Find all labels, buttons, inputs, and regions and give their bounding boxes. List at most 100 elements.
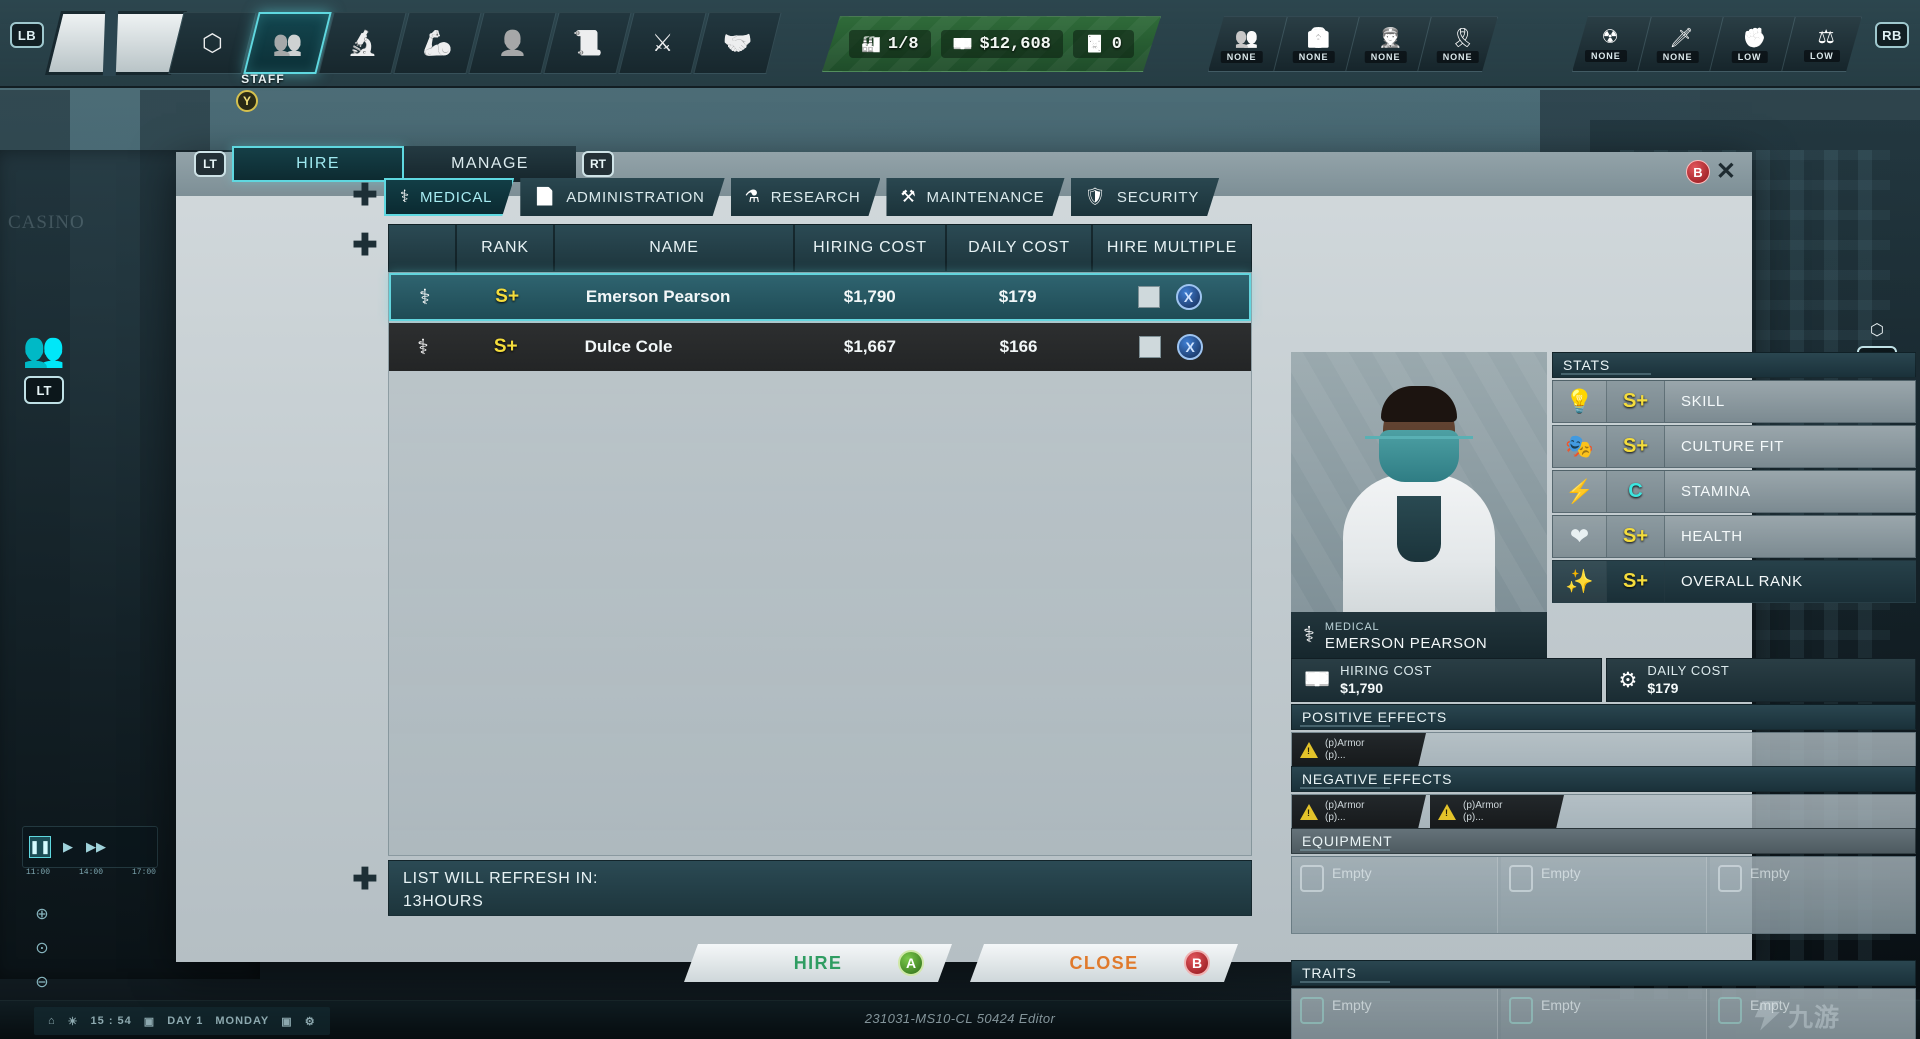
tab-research-label: RESEARCH: [770, 188, 861, 206]
zoom-in-icon[interactable]: ⊕: [28, 900, 56, 928]
masks-icon: 🎭: [1553, 426, 1607, 467]
staff-pod[interactable]: 👔 NONE: [1274, 17, 1359, 71]
resource-strip: 🏭 1/8 💵 $12,608 🃏 0: [822, 16, 1161, 72]
lt-keycap[interactable]: LT: [194, 151, 226, 177]
coin-gear-icon: ⚙: [1618, 668, 1638, 692]
visitors-level: NONE: [1221, 51, 1263, 63]
nav-item-relations[interactable]: 🤝: [693, 12, 782, 74]
dialog-close-control[interactable]: B ✕: [1685, 160, 1736, 184]
time-controls[interactable]: ❚❚ ▶ ▶▶: [22, 826, 158, 868]
list-item[interactable]: (p)Armor (p)...: [1292, 733, 1426, 767]
nav-item-guests[interactable]: 👤: [468, 12, 557, 74]
row-daily-cost-cell: $166: [999, 337, 1038, 356]
row-hiring-cost-cell: $1,790: [843, 287, 896, 306]
tab-research[interactable]: ⚗ RESEARCH: [731, 178, 881, 216]
stat-row-health: ❤ S+ HEALTH: [1552, 515, 1916, 558]
stat-row-culture-fit: 🎭 S+ CULTURE FIT: [1552, 425, 1916, 468]
relations-icon: 🤝: [722, 29, 753, 57]
table-row[interactable]: ⚕ S+ Dulce Cole $1,667 $166 X: [389, 323, 1251, 371]
nav-item-contracts[interactable]: 📜: [543, 12, 632, 74]
warning-icon: [1300, 804, 1318, 820]
tab-maintenance[interactable]: ⚒ MAINTENANCE: [886, 178, 1064, 216]
hire-badge-a: A: [898, 950, 924, 976]
add-tab-bottom-icon[interactable]: ✚: [352, 865, 378, 895]
build-icon: ⬡: [202, 29, 223, 57]
legal-scales-icon: ⚖: [1818, 27, 1836, 48]
equipment-slot-label: Empty: [1541, 865, 1581, 881]
zoom-controls[interactable]: ⊕ ⊙ ⊖: [28, 900, 64, 1002]
portrait-hair: [1381, 386, 1457, 422]
effect-line-2: (p)...: [1463, 812, 1484, 823]
tab-medical[interactable]: ⚕ MEDICAL: [384, 178, 514, 216]
flask-icon: ⚗: [744, 187, 761, 206]
staff-category-tabs[interactable]: ⚕ MEDICAL 📄 ADMINISTRATION ⚗ RESEARCH ⚒ …: [384, 178, 1219, 216]
list-item[interactable]: (p)Armor (p)...: [1292, 795, 1426, 829]
row-name-cell: Emerson Pearson: [585, 287, 731, 306]
rb-bumper-button[interactable]: RB: [1875, 22, 1909, 48]
nav-item-build[interactable]: ⬡: [168, 12, 257, 74]
row-role-icon-cell: ⚕: [391, 275, 459, 319]
capacity-value: 1/8: [887, 34, 919, 54]
equipment-slot[interactable]: Empty: [1710, 857, 1915, 933]
left-category-hud[interactable]: 👥 LT: [12, 330, 76, 404]
lt-trigger-key[interactable]: LT: [24, 376, 64, 404]
tab-security[interactable]: 🛡 SECURITY: [1071, 178, 1220, 216]
fast-forward-icon[interactable]: ▶▶: [85, 836, 107, 858]
trait-slot[interactable]: Empty: [1292, 989, 1498, 1039]
crime-pod[interactable]: 🗡 NONE: [1638, 17, 1723, 71]
equipment-slot-grid: Empty Empty Empty: [1291, 856, 1916, 934]
main-nav-strip[interactable]: ⬡ 👥 🔬 🦾 👤 📜 ⚔ 🤝: [168, 12, 782, 74]
shield-icon: 🛡: [1084, 187, 1107, 206]
close-icon[interactable]: ✕: [1716, 160, 1736, 184]
tab-maintenance-label: MAINTENANCE: [926, 188, 1045, 206]
trait-slot[interactable]: Empty: [1501, 989, 1707, 1039]
hire-button-label: HIRE: [793, 952, 843, 973]
protest-pod[interactable]: ✊ LOW: [1710, 17, 1795, 71]
microscope-icon: 🔬: [347, 29, 378, 57]
tools-icon: ⚒: [900, 187, 917, 206]
nav-active-label: STAFF: [241, 72, 285, 86]
equipment-slot[interactable]: Empty: [1501, 857, 1707, 933]
zoom-reset-icon[interactable]: ⊙: [28, 934, 56, 962]
security-pod[interactable]: 👮 NONE: [1346, 17, 1431, 71]
tab-hire[interactable]: HIRE: [232, 146, 404, 182]
nav-item-machines[interactable]: 🦾: [393, 12, 482, 74]
nav-item-research[interactable]: 🔬: [318, 12, 407, 74]
zoom-out-icon[interactable]: ⊖: [28, 968, 56, 996]
hire-multiple-checkbox[interactable]: [1137, 286, 1160, 308]
list-item[interactable]: (p)Armor (p)...: [1430, 795, 1564, 829]
play-icon[interactable]: ▶: [57, 836, 79, 858]
nav-hint-key: Y: [236, 90, 258, 112]
trait-slot[interactable]: Empty: [1710, 989, 1915, 1039]
guest-icon: 👤: [497, 29, 528, 57]
add-tab-middle-icon[interactable]: ✚: [352, 231, 378, 261]
lb-bumper-button[interactable]: LB: [10, 22, 44, 48]
document-icon: 📄: [534, 187, 557, 206]
robot-arm-icon: 🦾: [422, 29, 453, 57]
warning-icon: [1438, 804, 1456, 820]
nav-item-strategy[interactable]: ⚔: [618, 12, 707, 74]
pause-icon[interactable]: ❚❚: [29, 836, 51, 858]
trait-slot-label: Empty: [1332, 997, 1372, 1013]
chips-icon: 🃏: [1084, 36, 1105, 53]
chips-value: 0: [1111, 34, 1122, 54]
positive-effects-header: POSITIVE EFFECTS: [1291, 704, 1916, 730]
negative-effects-header: NEGATIVE EFFECTS: [1291, 766, 1916, 792]
tab-manage[interactable]: MANAGE: [404, 146, 576, 182]
rt-keycap[interactable]: RT: [582, 151, 614, 177]
nav-item-staff[interactable]: 👥: [243, 12, 332, 74]
skill-label: SKILL: [1665, 381, 1915, 422]
tab-administration[interactable]: 📄 ADMINISTRATION: [520, 178, 724, 216]
hire-multiple-x-button[interactable]: X: [1177, 334, 1204, 360]
add-tab-top-icon[interactable]: ✚: [352, 181, 378, 211]
hire-button[interactable]: HIRE A: [684, 944, 952, 982]
hire-multiple-checkbox[interactable]: [1139, 336, 1162, 358]
table-row[interactable]: ⚕ S+ Emerson Pearson $1,790 $179 X: [389, 273, 1251, 321]
overall-rank-label: OVERALL RANK: [1681, 573, 1803, 590]
close-button[interactable]: CLOSE B: [970, 944, 1238, 982]
hire-multiple-x-button[interactable]: X: [1175, 284, 1202, 310]
slot-box-icon: [1718, 865, 1742, 892]
hygiene-level: NONE: [1585, 50, 1627, 62]
equipment-slot[interactable]: Empty: [1292, 857, 1498, 933]
status-pod-group-right: ☢ NONE 🗡 NONE ✊ LOW ⚖ LOW: [1572, 16, 1862, 72]
